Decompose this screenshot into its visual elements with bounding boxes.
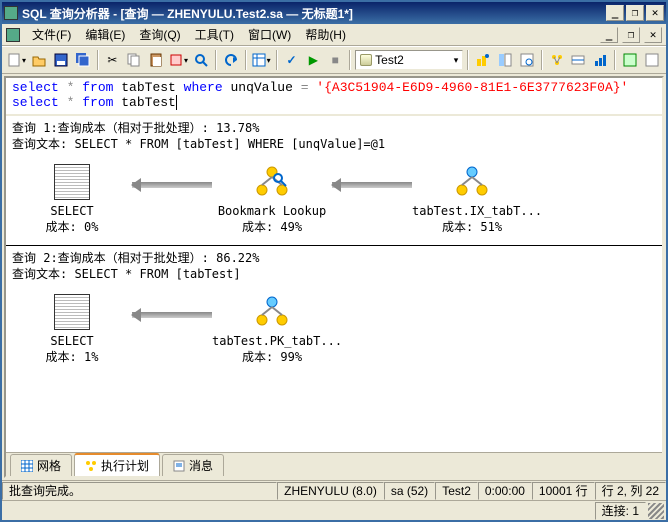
object-search-button[interactable]: [517, 49, 537, 71]
menu-file[interactable]: 文件(F): [26, 24, 77, 45]
tab-label: 执行计划: [101, 457, 149, 474]
status-position: 行 2, 列 22: [595, 482, 666, 500]
undo-button[interactable]: [221, 49, 241, 71]
trace-button[interactable]: [569, 49, 589, 71]
statusbar-2: 连接: 1: [2, 500, 666, 520]
arrow-icon: [132, 297, 212, 333]
status-user: sa (52): [384, 482, 435, 500]
plan1-bookmark-node[interactable]: Bookmark Lookup 成本: 49%: [212, 164, 332, 235]
help-button[interactable]: [642, 49, 662, 71]
menu-tools[interactable]: 工具(T): [189, 24, 240, 45]
database-name: Test2: [375, 53, 404, 67]
plan1-text-header: 查询文本: SELECT * FROM [tabTest] WHERE [unq…: [12, 136, 656, 152]
tab-messages[interactable]: 消息: [162, 454, 224, 476]
node-label: SELECT: [12, 334, 132, 348]
close-button[interactable]: ✕: [646, 5, 664, 21]
plan1-index-node[interactable]: tabTest.IX_tabT... 成本: 51%: [412, 164, 532, 235]
app-icon: [4, 6, 18, 20]
statusbar: 批查询完成。 ZHENYULU (8.0) sa (52) Test2 0:00…: [2, 480, 666, 500]
find-button[interactable]: [191, 49, 211, 71]
templates-button[interactable]: [620, 49, 640, 71]
open-button[interactable]: [29, 49, 49, 71]
tab-execution-plan[interactable]: 执行计划: [74, 453, 160, 476]
resize-grip[interactable]: [648, 503, 664, 519]
show-plan-button[interactable]: [547, 49, 567, 71]
minimize-button[interactable]: _: [606, 5, 624, 21]
plan2-cost-header: 查询 2:查询成本（相对于批处理）: 86.22%: [12, 250, 656, 266]
status-message: 批查询完成。: [2, 482, 277, 500]
plan1-cost-header: 查询 1:查询成本（相对于批处理）: 13.78%: [12, 120, 656, 136]
titlebar: SQL 查询分析器 - [查询 — ZHENYULU.Test2.sa — 无标…: [2, 2, 666, 24]
execute-button[interactable]: ▶: [304, 49, 324, 71]
object-browser-button[interactable]: [495, 49, 515, 71]
doc-icon: [6, 28, 20, 42]
database-selector[interactable]: Test2: [355, 50, 463, 70]
node-cost: 成本: 0%: [12, 218, 132, 235]
node-cost: 成本: 99%: [212, 348, 332, 365]
cut-button[interactable]: ✂: [103, 49, 123, 71]
status-rows: 10001 行: [532, 482, 595, 500]
result-tabs: 网格 执行计划 消息: [6, 452, 662, 476]
window-title: SQL 查询分析器 - [查询 — ZHENYULU.Test2.sa — 无标…: [22, 5, 353, 22]
new-query-button[interactable]: [6, 49, 27, 71]
mdi-restore-button[interactable]: ❐: [622, 27, 640, 43]
arrow-icon: [132, 167, 212, 203]
node-label: tabTest.IX_tabT...: [412, 204, 532, 218]
plan2-select-node[interactable]: SELECT 成本: 1%: [12, 294, 132, 365]
plan2-text-header: 查询文本: SELECT * FROM [tabTest]: [12, 266, 656, 282]
save-button[interactable]: [51, 49, 71, 71]
index-seek-icon: [454, 164, 490, 200]
parse-button[interactable]: ✓: [282, 49, 302, 71]
status-connections: 连接: 1: [595, 502, 646, 520]
content-area: select * from tabTest where unqValue = '…: [4, 76, 664, 478]
menu-edit[interactable]: 编辑(E): [79, 24, 131, 45]
tab-label: 消息: [189, 457, 213, 474]
stats-button[interactable]: [590, 49, 610, 71]
tab-label: 网格: [37, 457, 61, 474]
node-label: Bookmark Lookup: [212, 204, 332, 218]
restore-button[interactable]: ❐: [626, 5, 644, 21]
paste-button[interactable]: [146, 49, 166, 71]
menu-query[interactable]: 查询(Q): [133, 24, 186, 45]
mdi-close-button[interactable]: ✕: [644, 27, 662, 43]
node-cost: 成本: 49%: [212, 218, 332, 235]
status-server: ZHENYULU (8.0): [277, 482, 384, 500]
plan-query-1: 查询 1:查询成本（相对于批处理）: 13.78% 查询文本: SELECT *…: [6, 116, 662, 246]
menubar: 文件(F) 编辑(E) 查询(Q) 工具(T) 窗口(W) 帮助(H) _ ❐ …: [2, 24, 666, 46]
clustered-scan-icon: [254, 294, 290, 330]
copy-button[interactable]: [124, 49, 144, 71]
tab-grid[interactable]: 网格: [10, 454, 72, 476]
toolbar: ✂ ✓ ▶ ■ Test2: [2, 46, 666, 74]
clear-button[interactable]: [168, 49, 189, 71]
mdi-minimize-button[interactable]: _: [600, 27, 618, 43]
node-cost: 成本: 1%: [12, 348, 132, 365]
execution-plan-pane: 查询 1:查询成本（相对于批处理）: 13.78% 查询文本: SELECT *…: [6, 116, 662, 452]
status-time: 0:00:00: [478, 482, 532, 500]
status-db: Test2: [435, 482, 478, 500]
node-label: SELECT: [12, 204, 132, 218]
node-cost: 成本: 51%: [412, 218, 532, 235]
node-label: tabTest.PK_tabT...: [212, 334, 332, 348]
sql-editor[interactable]: select * from tabTest where unqValue = '…: [6, 78, 662, 116]
plan2-scan-node[interactable]: tabTest.PK_tabT... 成本: 99%: [212, 294, 332, 365]
menu-help[interactable]: 帮助(H): [299, 24, 352, 45]
plan-query-2: 查询 2:查询成本（相对于批处理）: 86.22% 查询文本: SELECT *…: [6, 246, 662, 375]
estimated-plan-button[interactable]: [473, 49, 493, 71]
arrow-icon: [332, 167, 412, 203]
app-window: SQL 查询分析器 - [查询 — ZHENYULU.Test2.sa — 无标…: [0, 0, 668, 522]
menu-window[interactable]: 窗口(W): [242, 24, 297, 45]
save-all-button[interactable]: [73, 49, 93, 71]
results-mode-button[interactable]: [251, 49, 272, 71]
plan1-select-node[interactable]: SELECT 成本: 0%: [12, 164, 132, 235]
bookmark-lookup-icon: [254, 164, 290, 200]
select-icon: [54, 294, 90, 330]
stop-button[interactable]: ■: [325, 49, 345, 71]
select-icon: [54, 164, 90, 200]
